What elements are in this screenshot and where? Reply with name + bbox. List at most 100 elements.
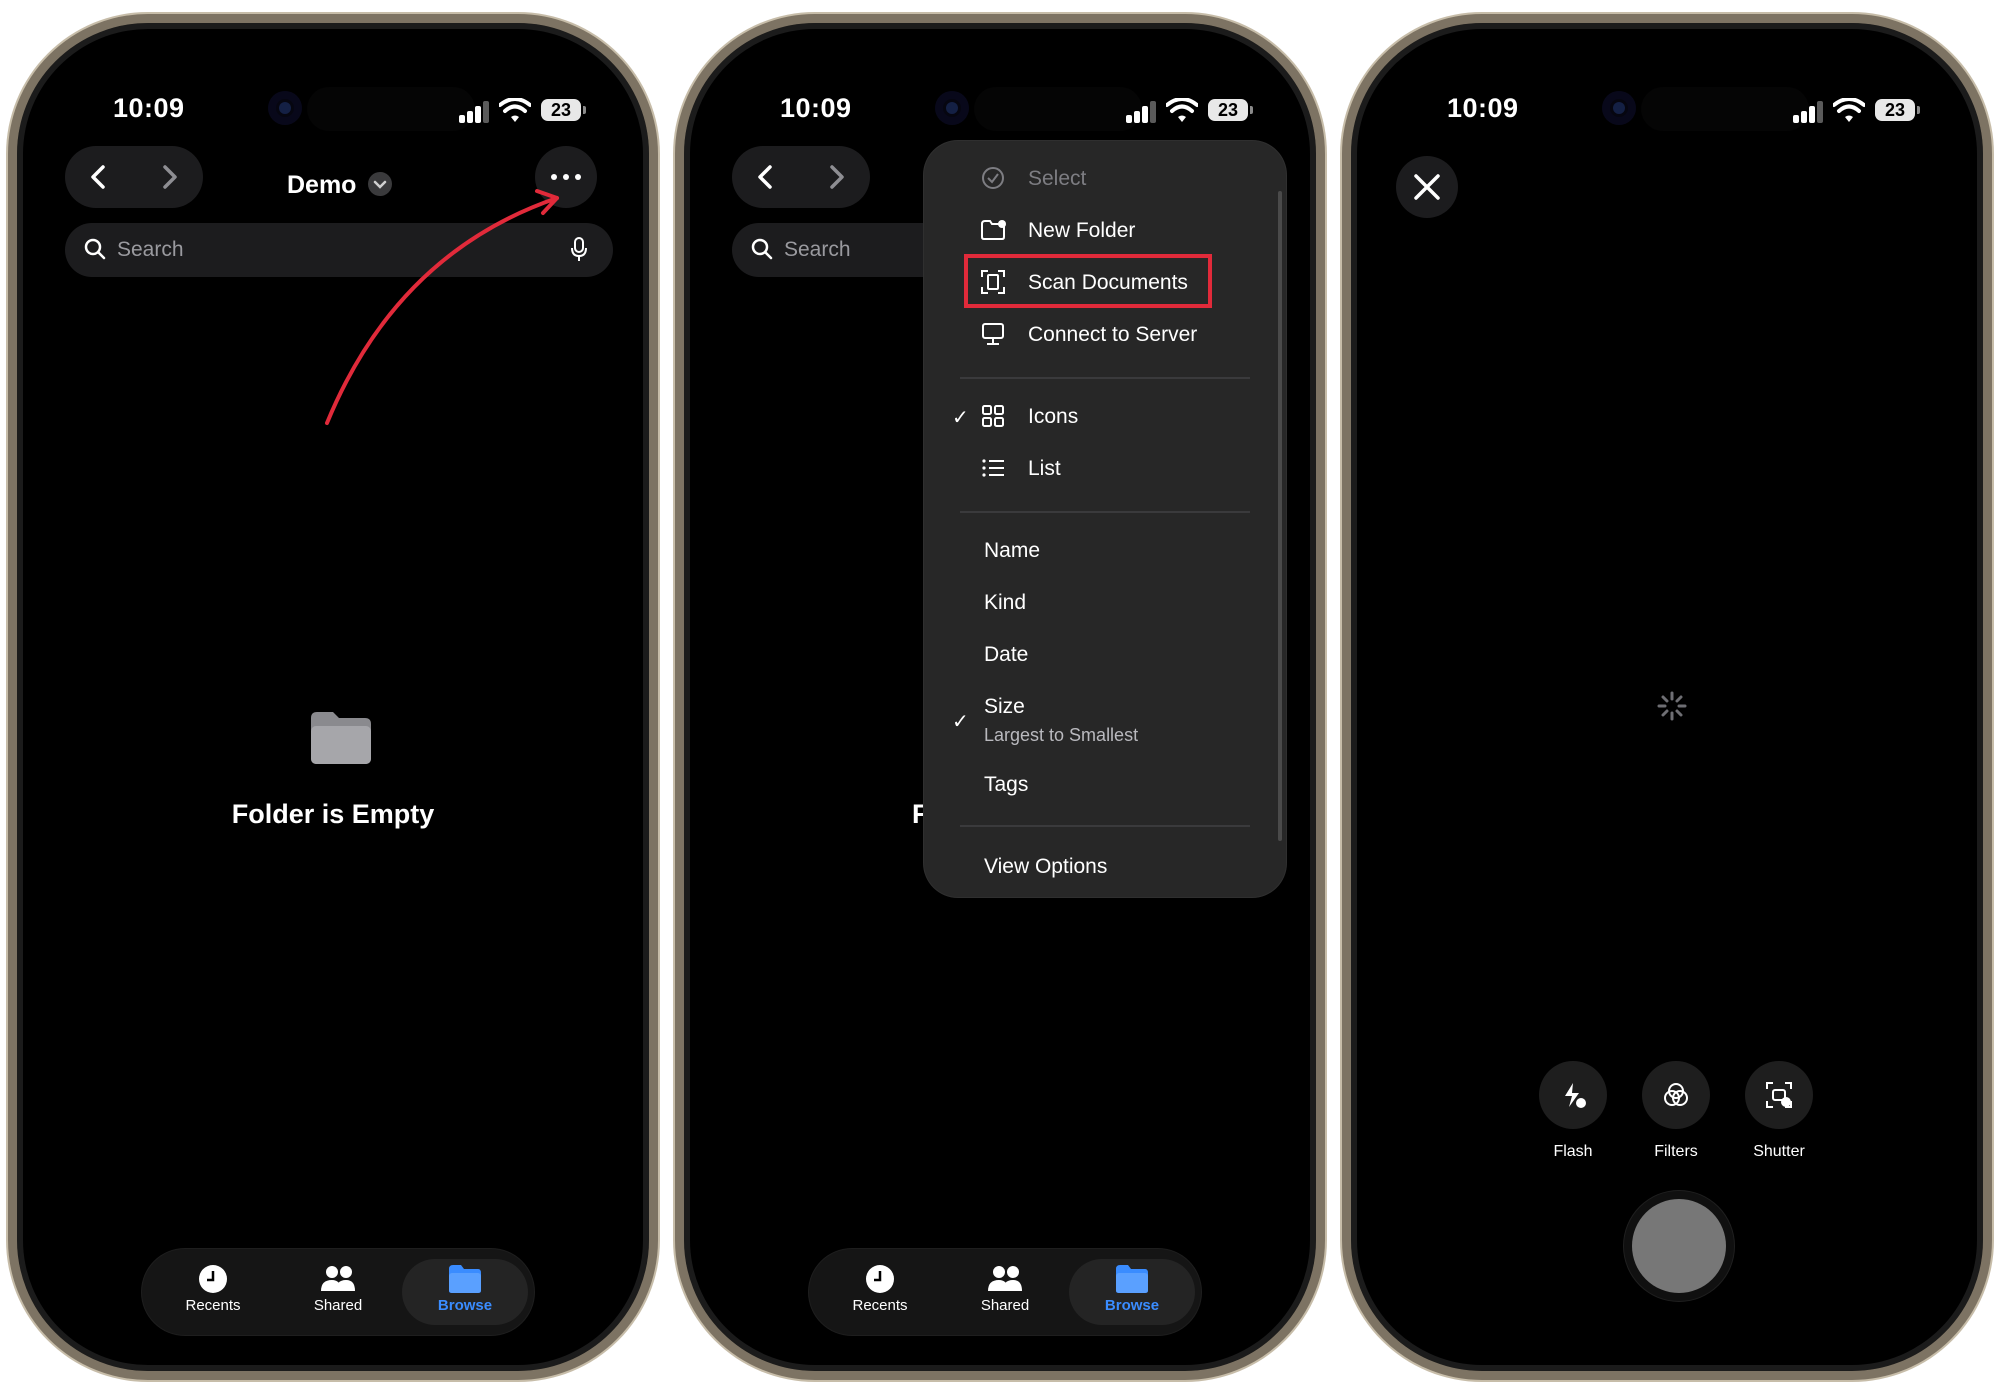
menu-item-sort-tags[interactable]: Tags bbox=[924, 761, 1286, 807]
menu-divider bbox=[960, 377, 1250, 379]
tab-shared[interactable]: Shared bbox=[950, 1259, 1060, 1325]
close-button[interactable] bbox=[1396, 156, 1458, 218]
cellular-signal-icon bbox=[459, 99, 493, 123]
search-field[interactable]: Search bbox=[65, 223, 613, 277]
menu-divider bbox=[960, 825, 1250, 827]
tab-bar: Recents Shared Browse bbox=[142, 1249, 534, 1335]
menu-item-label: Select bbox=[1028, 167, 1087, 190]
cellular-signal-icon bbox=[1793, 99, 1827, 123]
menu-item-label: New Folder bbox=[1028, 219, 1136, 242]
search-icon bbox=[84, 238, 106, 260]
menu-item-label: Connect to Server bbox=[1028, 323, 1198, 346]
shutter-button[interactable] bbox=[1624, 1191, 1734, 1301]
menu-item-list[interactable]: List bbox=[924, 445, 1286, 491]
front-camera bbox=[1602, 91, 1636, 125]
forward-chevron-icon[interactable] bbox=[820, 161, 852, 193]
status-icons: 23 bbox=[1793, 97, 1923, 127]
tab-shared[interactable]: Shared bbox=[283, 1259, 393, 1325]
menu-item-sort-date[interactable]: Date bbox=[924, 631, 1286, 677]
menu-item-sort-size[interactable]: ✓ Size Largest to Smallest bbox=[924, 683, 1286, 757]
shutter-mode-button[interactable] bbox=[1745, 1061, 1813, 1129]
filters-control[interactable]: Filters bbox=[1641, 1061, 1711, 1161]
filters-icon bbox=[1664, 1083, 1688, 1106]
back-chevron-icon[interactable] bbox=[750, 161, 782, 193]
monitor-icon bbox=[982, 323, 1004, 345]
new-folder-icon bbox=[981, 220, 1006, 240]
tab-recents[interactable]: Recents bbox=[825, 1259, 935, 1325]
tab-browse[interactable]: Browse bbox=[1069, 1259, 1195, 1325]
menu-item-label: List bbox=[1028, 457, 1061, 480]
search-icon bbox=[751, 238, 773, 260]
menu-item-connect-to-server[interactable]: Connect to Server bbox=[924, 311, 1286, 357]
navigation-back-forward bbox=[732, 146, 870, 208]
menu-item-label: Icons bbox=[1028, 405, 1079, 428]
grid-icon bbox=[982, 405, 1004, 427]
menu-item-label: Name bbox=[984, 539, 1041, 562]
dynamic-island bbox=[974, 87, 1142, 131]
menu-item-subtitle: Largest to Smallest bbox=[984, 725, 1139, 745]
menu-item-icons[interactable]: ✓ Icons bbox=[924, 393, 1286, 439]
front-camera bbox=[268, 91, 302, 125]
menu-item-label: Size bbox=[984, 695, 1025, 718]
tab-browse[interactable]: Browse bbox=[402, 1259, 528, 1325]
status-icons: 23 bbox=[1126, 97, 1256, 127]
phone-screen-document-scanner: 10:09 23 Flash Filters Shutter bbox=[1342, 14, 1992, 1380]
menu-item-sort-name[interactable]: Name bbox=[924, 527, 1286, 573]
search-placeholder: Search bbox=[117, 238, 184, 261]
menu-item-sort-kind[interactable]: Kind bbox=[924, 579, 1286, 625]
shutter-mode-control[interactable]: Shutter bbox=[1744, 1061, 1814, 1161]
tab-label: Recents bbox=[852, 1297, 908, 1314]
wifi-icon bbox=[1833, 98, 1865, 122]
flash-control[interactable]: Flash bbox=[1538, 1061, 1608, 1161]
forward-chevron-icon[interactable] bbox=[153, 161, 185, 193]
folder-icon bbox=[1116, 1265, 1148, 1293]
list-icon bbox=[982, 459, 1004, 477]
front-camera bbox=[935, 91, 969, 125]
flash-auto-icon bbox=[1565, 1083, 1586, 1108]
shutter-button-inner bbox=[1632, 1199, 1726, 1293]
tab-label: Shared bbox=[313, 1297, 363, 1314]
dynamic-island bbox=[307, 87, 475, 131]
more-options-button[interactable] bbox=[535, 146, 597, 208]
folder-icon bbox=[311, 712, 371, 764]
back-chevron-icon[interactable] bbox=[83, 161, 115, 193]
status-time: 10:09 bbox=[1447, 93, 1519, 123]
close-icon bbox=[1414, 174, 1440, 200]
menu-item-label: Kind bbox=[984, 591, 1027, 614]
wifi-icon bbox=[1166, 98, 1198, 122]
cellular-signal-icon bbox=[1126, 99, 1160, 123]
menu-item-select[interactable]: Select bbox=[924, 155, 1286, 201]
filters-button[interactable] bbox=[1642, 1061, 1710, 1129]
battery-indicator: 23 bbox=[1875, 99, 1920, 121]
tab-label: Shared bbox=[980, 1297, 1030, 1314]
checkmark-icon: ✓ bbox=[952, 407, 969, 429]
tab-label: Recents bbox=[185, 1297, 241, 1314]
battery-indicator: 23 bbox=[1208, 99, 1253, 121]
loading-spinner-icon bbox=[1657, 691, 1687, 721]
control-label: Flash bbox=[1553, 1143, 1593, 1160]
tab-recents[interactable]: Recents bbox=[158, 1259, 268, 1325]
flash-button[interactable] bbox=[1539, 1061, 1607, 1129]
folder-icon bbox=[449, 1265, 481, 1293]
menu-divider bbox=[960, 511, 1250, 513]
menu-item-label: Tags bbox=[984, 773, 1029, 796]
status-time: 10:09 bbox=[780, 93, 852, 123]
menu-item-view-options[interactable]: View Options bbox=[924, 843, 1286, 889]
status-time: 10:09 bbox=[113, 93, 185, 123]
phone-screen-files-menu: 10:09 23 Search F Select New Folder Scan… bbox=[675, 14, 1325, 1380]
menu-item-label: Date bbox=[984, 643, 1029, 666]
clock-icon bbox=[866, 1265, 894, 1293]
menu-item-new-folder[interactable]: New Folder bbox=[924, 207, 1286, 253]
tab-label: Browse bbox=[437, 1297, 493, 1314]
people-icon bbox=[321, 1266, 355, 1291]
annotation-highlight bbox=[964, 254, 1212, 308]
control-label: Shutter bbox=[1753, 1143, 1805, 1160]
people-icon bbox=[988, 1266, 1022, 1291]
phone-screen-files-empty: 10:09 23 Demo Search Folder is Empty Rec… bbox=[8, 14, 658, 1380]
folder-title[interactable]: Demo bbox=[287, 171, 393, 200]
microphone-icon[interactable] bbox=[569, 237, 589, 263]
wifi-icon bbox=[499, 98, 531, 122]
dynamic-island bbox=[1641, 87, 1809, 131]
clock-icon bbox=[199, 1265, 227, 1293]
control-label: Filters bbox=[1654, 1143, 1698, 1160]
